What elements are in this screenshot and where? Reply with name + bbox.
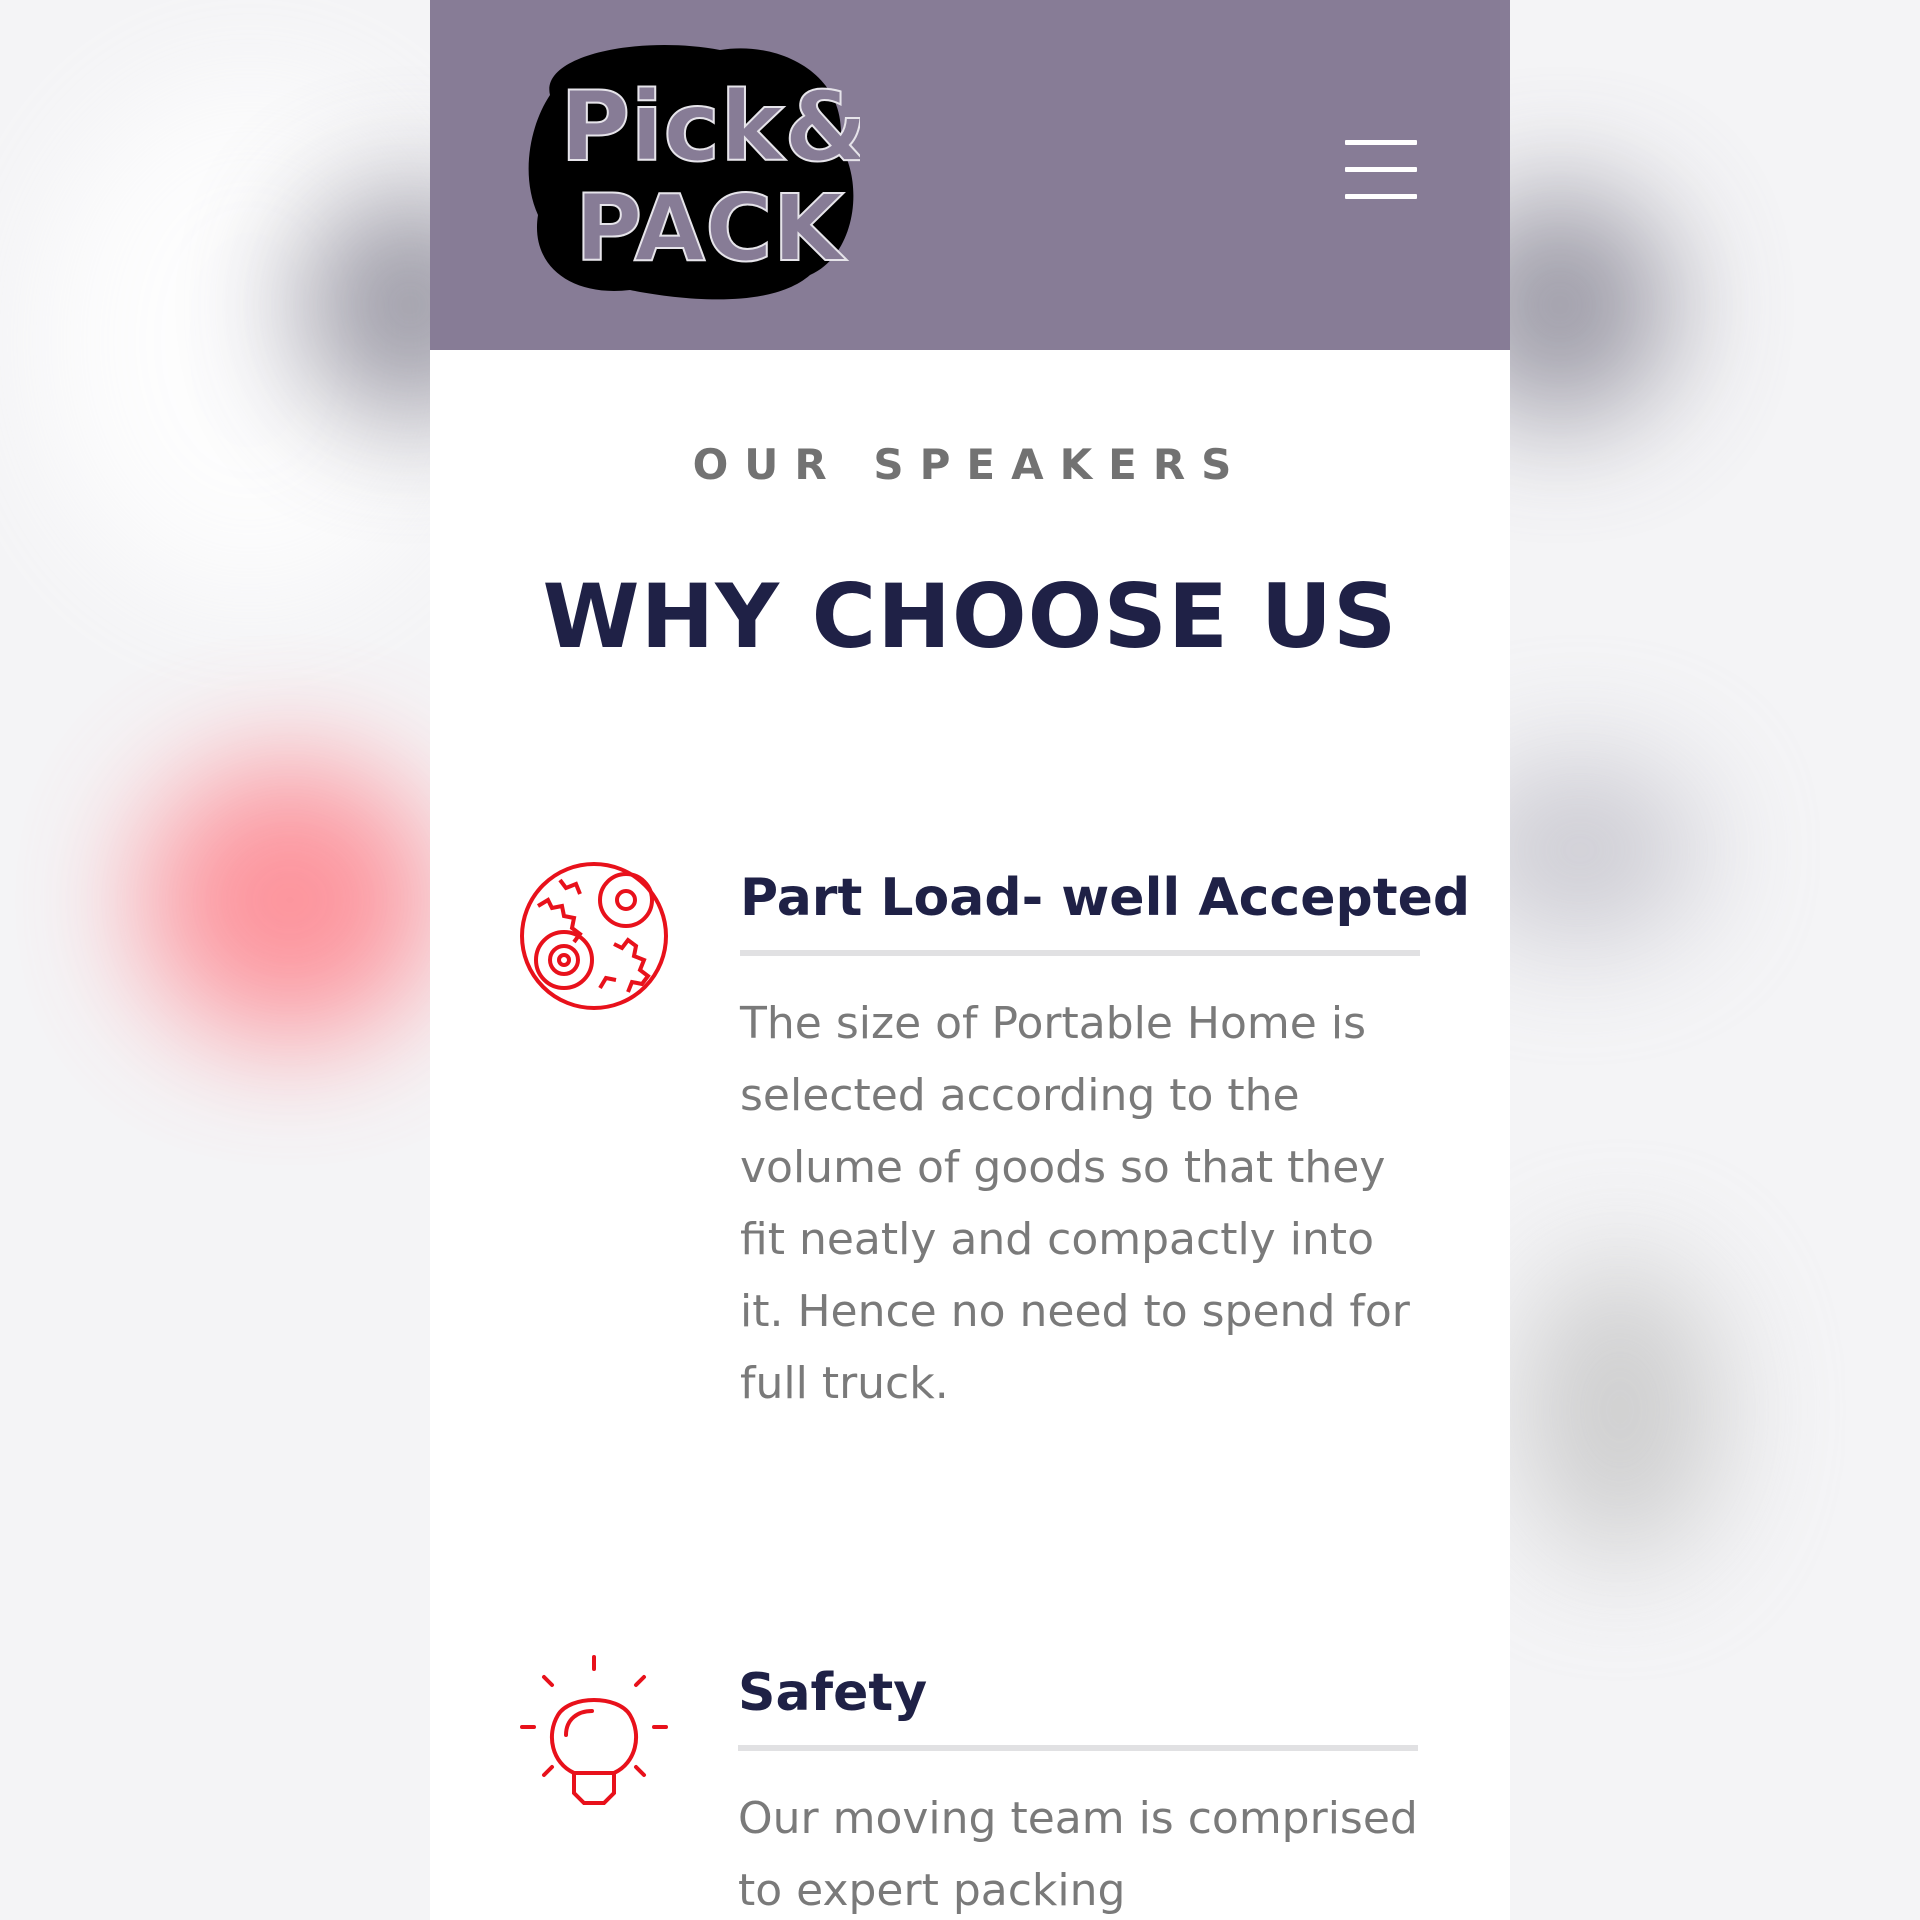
logo-text-line2: PACK: [575, 175, 848, 282]
hamburger-menu-icon[interactable]: [1345, 140, 1417, 200]
feature-description: Our moving team is comprised to expert p…: [738, 1793, 1418, 1916]
lightbulb-icon: [520, 1655, 668, 1805]
gears-icon: [520, 862, 668, 1010]
divider: [738, 1745, 1418, 1751]
feature-description: The size of Portable Home is selected ac…: [740, 998, 1410, 1409]
feature-heading: Safety: [738, 1663, 928, 1723]
feature-heading: Part Load- well Accepted: [740, 868, 1471, 928]
logo-text-line1: Pick&: [560, 71, 860, 183]
screen: Pick& PACK OUR SPEAKERS WHY CHOOSE US Pa…: [0, 0, 1920, 1920]
site-header: Pick& PACK: [430, 0, 1510, 350]
section-title: WHY CHOOSE US: [542, 565, 1398, 668]
pick-and-pack-logo[interactable]: Pick& PACK: [520, 35, 860, 305]
mobile-page: Pick& PACK OUR SPEAKERS WHY CHOOSE US Pa…: [430, 0, 1510, 1920]
divider: [740, 950, 1420, 956]
section-eyebrow: OUR SPEAKERS: [692, 440, 1248, 489]
